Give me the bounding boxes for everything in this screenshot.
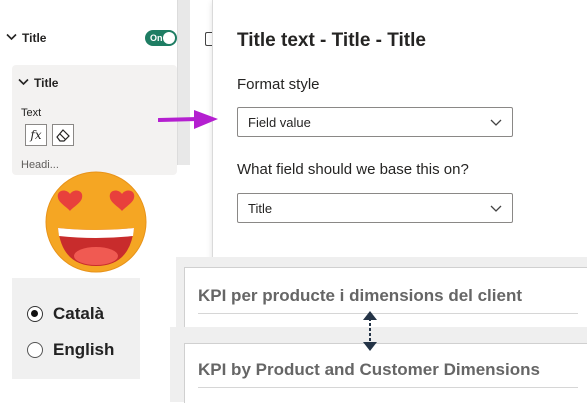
language-option-catalan[interactable]: Català (27, 304, 104, 324)
title-card: Title Text fx Headi... (12, 65, 177, 175)
card-header[interactable]: Title (18, 76, 58, 90)
toggle-knob (163, 32, 175, 44)
chevron-down-icon (6, 32, 20, 44)
fx-button[interactable]: fx (25, 124, 47, 146)
visual-card-catalan: KPI per producte i dimensions del client (184, 267, 587, 328)
base-field-value: Title (248, 200, 273, 216)
radio-unchecked[interactable] (27, 342, 43, 358)
visual-card-english: KPI by Product and Customer Dimensions (184, 343, 587, 403)
conditional-format-dialog: Title text - Title - Title Format style … (212, 0, 587, 263)
chevron-down-icon (490, 205, 502, 212)
pointer-arrow-icon (158, 110, 218, 129)
divider (198, 387, 578, 388)
chevron-down-icon (18, 77, 32, 89)
format-pane: Title On Title Text fx Headi... (0, 0, 190, 175)
visual-title-english: KPI by Product and Customer Dimensions (198, 360, 540, 379)
reset-button[interactable] (52, 124, 74, 146)
text-label: Text (21, 107, 42, 119)
section-title: Title (22, 31, 47, 45)
radio-checked[interactable] (27, 306, 43, 322)
format-style-value: Field value (248, 114, 311, 130)
divider (198, 313, 578, 314)
dialog-title: Title text - Title - Title (237, 30, 426, 51)
fx-icon: fx (30, 128, 42, 142)
format-style-label: Format style (237, 76, 320, 93)
format-style-select[interactable]: Field value (237, 107, 513, 137)
double-arrow-icon (363, 311, 377, 351)
toggle-label: On (150, 33, 163, 43)
card-title: Title (34, 76, 59, 90)
visual-title-catalan: KPI per producte i dimensions del client (198, 286, 523, 305)
pane-scrollbar[interactable] (177, 0, 190, 165)
chevron-down-icon (490, 119, 502, 126)
base-field-select[interactable]: Title (237, 193, 513, 223)
language-label: Català (53, 304, 105, 323)
eraser-icon (56, 129, 70, 142)
language-option-english[interactable]: English (27, 340, 114, 360)
language-label: English (53, 340, 115, 359)
base-field-label: What field should we base this on? (237, 161, 469, 178)
heart-eyes-emoji-icon (45, 171, 147, 273)
language-selector: Català English (12, 278, 140, 379)
title-toggle[interactable]: On (145, 30, 177, 46)
